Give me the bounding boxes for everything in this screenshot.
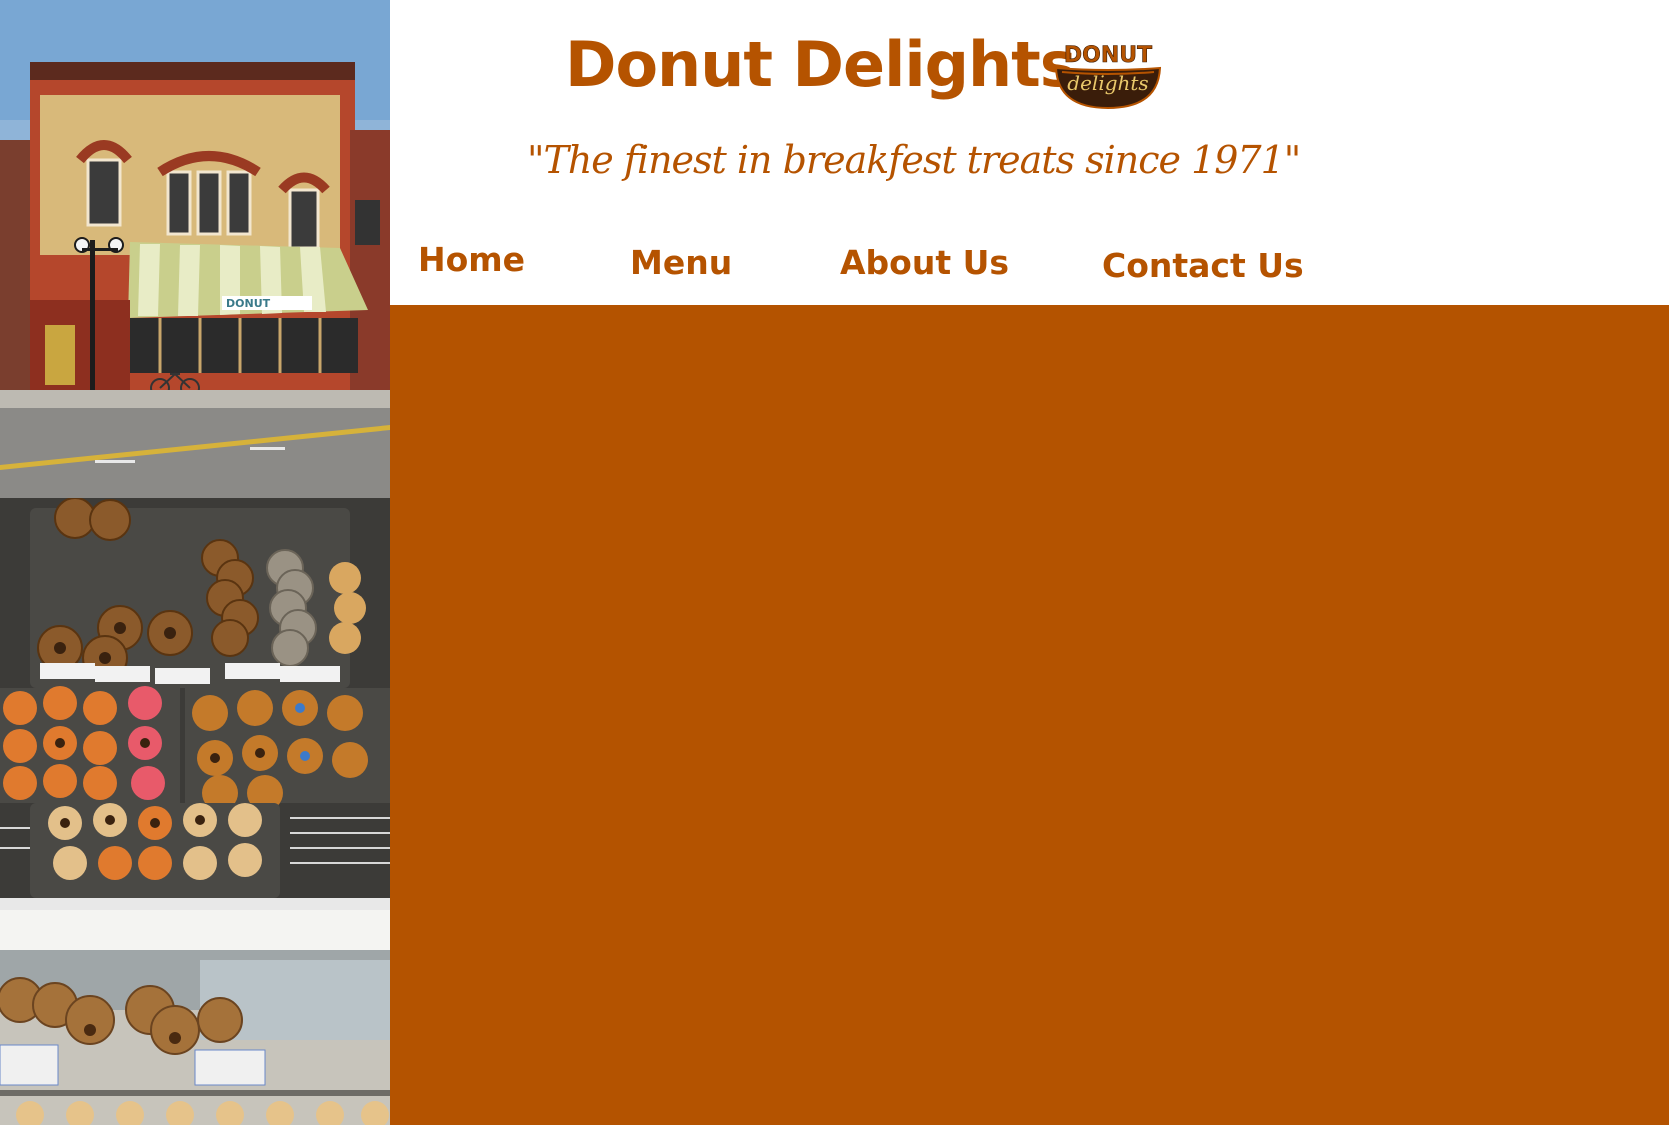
photo-column: DONUT [0,0,390,1125]
site-title: Donut Delights [565,28,1077,101]
storefront-photo: DONUT [0,0,390,498]
display-case-photo [0,910,390,1125]
site-header: Donut Delights DONUT delights "The fines… [390,0,1669,305]
tagline: "The finest in breakfest treats since 19… [527,138,1301,182]
donut-delights-logo[interactable]: DONUT delights [1054,38,1162,110]
nav-home[interactable]: Home [418,240,525,279]
nav-contact-us[interactable]: Contact Us [1102,246,1304,285]
svg-text:DONUT: DONUT [226,297,271,310]
donut-trays-photo [0,498,390,910]
svg-text:delights: delights [1067,71,1148,95]
nav-about-us[interactable]: About Us [840,243,1009,282]
page: DONUT Donut Delights DONUT delights "The… [0,0,1669,1125]
main-nav: Home Menu About Us Contact Us [390,240,1669,290]
nav-menu[interactable]: Menu [630,243,732,282]
svg-text:DONUT: DONUT [1064,43,1152,68]
main-content [390,305,1669,1125]
